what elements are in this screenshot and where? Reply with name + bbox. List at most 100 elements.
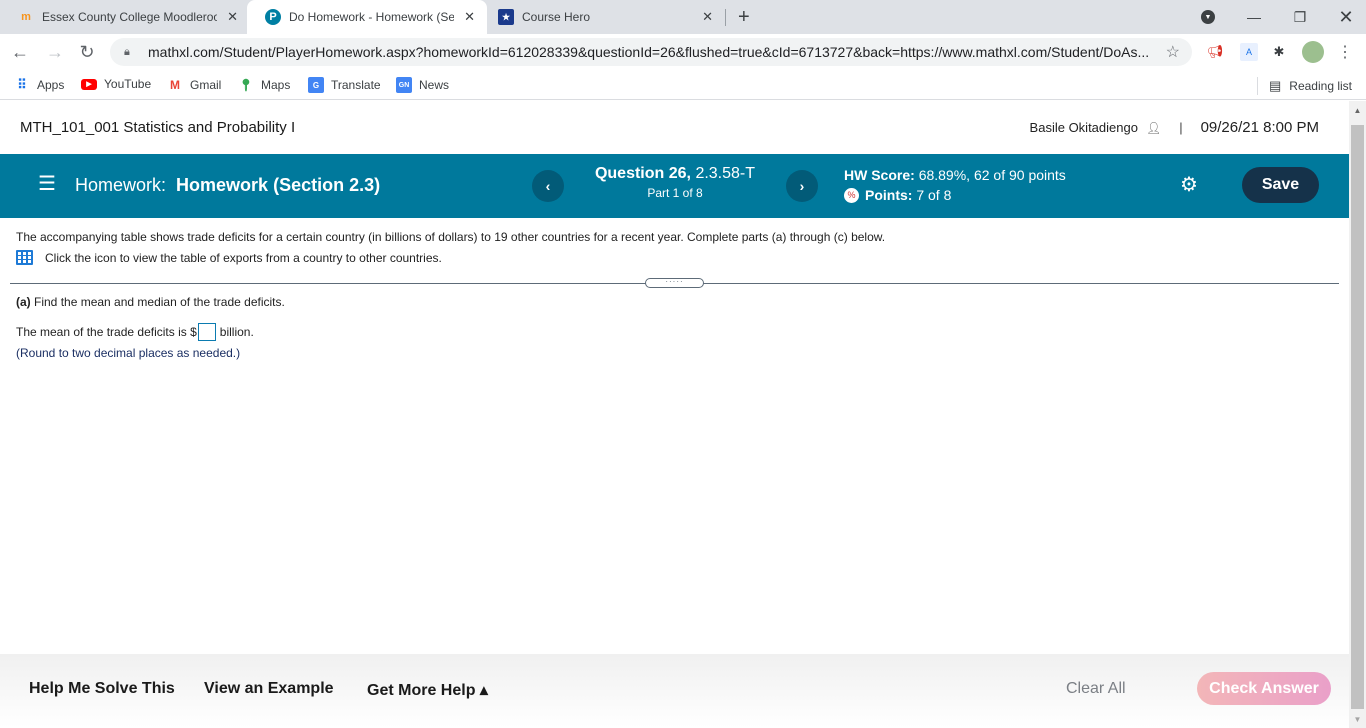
answer-line: The mean of the trade deficits is $ bill… — [16, 323, 254, 341]
tab-do-homework[interactable]: P Do Homework - Homework (Section 2.3) ✕ — [247, 0, 487, 34]
question-intro: The accompanying table shows trade defic… — [16, 230, 886, 244]
question-text: The accompanying table shows trade defic… — [16, 230, 885, 265]
profile-dropdown-icon[interactable]: ▼ — [1196, 0, 1220, 34]
forward-arrow-icon[interactable]: → — [45, 42, 65, 62]
score-info: HW Score: 68.89%, 62 of 90 points % Poin… — [844, 167, 1066, 203]
answer-suffix: billion. — [219, 325, 254, 339]
get-more-help-button[interactable]: Get More Help ▴ — [367, 680, 488, 700]
profile-avatar[interactable] — [1302, 41, 1324, 63]
bookmark-label: Apps — [37, 78, 65, 92]
save-button[interactable]: Save — [1242, 167, 1319, 203]
course-hero-favicon-icon: ★ — [498, 9, 514, 25]
bookmark-gmail[interactable]: M Gmail — [167, 77, 221, 93]
homework-title: Homework: Homework (Section 2.3) — [75, 175, 380, 196]
minimize-icon[interactable]: — — [1234, 0, 1274, 34]
bookmark-news[interactable]: GN News — [396, 77, 449, 93]
homework-label: Homework: — [75, 175, 167, 195]
bookmark-translate[interactable]: G Translate — [308, 77, 381, 93]
partial-credit-icon: % — [844, 187, 859, 203]
points-label: Points: — [865, 187, 913, 203]
youtube-icon: ▶ — [81, 78, 97, 90]
question-part: Part 1 of 8 — [647, 186, 703, 200]
hamburger-menu-icon[interactable]: ☰ — [38, 174, 56, 194]
bookmark-label: Gmail — [190, 78, 222, 92]
previous-question-button[interactable]: ‹ — [532, 170, 564, 202]
scroll-up-arrow-icon[interactable]: ▲ — [1349, 106, 1366, 115]
table-link-text: Click the icon to view the table of expo… — [45, 250, 442, 265]
bookmark-youtube[interactable]: ▶ YouTube — [81, 77, 151, 91]
question-number: Question 26, — [594, 165, 691, 182]
part-a-label: (a) — [16, 295, 31, 309]
close-tab-icon[interactable]: ✕ — [227, 9, 238, 25]
due-date: 09/26/21 8:00 PM — [1200, 119, 1319, 136]
lock-icon: 🔒︎ — [124, 45, 130, 58]
divider: | — [1179, 120, 1183, 135]
address-bar[interactable]: 🔒︎ mathxl.com/Student/PlayerHomework.asp… — [110, 38, 1192, 66]
new-tab-button[interactable]: + — [738, 6, 750, 29]
course-title[interactable]: MTH_101_001 Statistics and Probability I — [20, 119, 295, 136]
page-scrollbar[interactable]: ▲ ▼ — [1349, 101, 1366, 728]
homework-name: Homework (Section 2.3) — [176, 175, 381, 195]
part-a-prompt: (a) Find the mean and median of the trad… — [16, 295, 285, 309]
tab-title: Do Homework - Homework (Section 2.3) — [289, 10, 454, 24]
megaphone-extension-icon[interactable]: 📢︎ — [1206, 43, 1224, 61]
bookmark-label: News — [419, 78, 450, 92]
news-icon: GN — [396, 77, 412, 93]
check-answer-button[interactable]: Check Answer — [1197, 672, 1331, 705]
help-me-solve-button[interactable]: Help Me Solve This — [29, 680, 175, 698]
part-a-text: Find the mean and median of the trade de… — [34, 295, 285, 309]
bookmarks-bar: ⠿ Apps ▶ YouTube M Gmail 📍︎ Maps G Trans… — [0, 70, 1366, 100]
page: MTH_101_001 Statistics and Probability I… — [0, 101, 1349, 728]
chrome-menu-icon[interactable]: ⋮ — [1336, 43, 1354, 61]
extensions-puzzle-icon[interactable]: ✱ — [1270, 43, 1288, 61]
homework-bar: ☰ Homework: Homework (Section 2.3) ‹ Que… — [0, 154, 1349, 218]
user-name[interactable]: Basile Okitadiengo — [1030, 120, 1138, 135]
mean-answer-input[interactable] — [197, 323, 216, 341]
view-example-button[interactable]: View an Example — [204, 680, 334, 698]
tab-course-hero[interactable]: ★ Course Hero ✕ — [480, 0, 725, 34]
reading-list-label: Reading list — [1289, 79, 1352, 93]
course-header: MTH_101_001 Statistics and Probability I… — [0, 101, 1349, 154]
browser-toolbar: ← → ↻ 🔒︎ mathxl.com/Student/PlayerHomewo… — [0, 34, 1366, 70]
translate-icon: G — [308, 77, 324, 93]
apps-grid-icon: ⠿ — [17, 77, 27, 92]
settings-gear-icon[interactable]: ⚙ — [1180, 175, 1198, 195]
tab-moodlerooms[interactable]: m Essex County College Moodlerooms ✕ — [0, 0, 250, 34]
footer-toolbar: Help Me Solve This View an Example Get M… — [0, 654, 1349, 728]
scroll-down-arrow-icon[interactable]: ▼ — [1349, 715, 1366, 724]
next-question-button[interactable]: › — [786, 170, 818, 202]
reload-icon[interactable]: ↻ — [77, 42, 97, 62]
clear-all-button[interactable]: Clear All — [1066, 680, 1126, 698]
close-tab-icon[interactable]: ✕ — [464, 9, 475, 25]
rounding-hint: (Round to two decimal places as needed.) — [16, 346, 241, 360]
reading-list-button[interactable]: ▤ Reading list — [1257, 77, 1352, 95]
close-tab-icon[interactable]: ✕ — [702, 9, 713, 25]
bookmark-apps[interactable]: ⠿ Apps — [14, 77, 64, 93]
scrollbar-thumb[interactable] — [1351, 125, 1364, 709]
moodle-favicon-icon: m — [21, 11, 31, 23]
separator — [1257, 77, 1258, 95]
question-info: Question 26, 2.3.58-T Part 1 of 8 — [575, 165, 775, 200]
bookmark-label: YouTube — [104, 77, 152, 91]
tab-title: Essex County College Moodlerooms — [42, 10, 217, 24]
reading-list-icon: ▤ — [1269, 78, 1282, 93]
question-id: 2.3.58-T — [695, 165, 756, 182]
pearson-favicon-icon: P — [265, 9, 281, 25]
browser-tab-bar: m Essex County College Moodlerooms ✕ P D… — [0, 0, 1366, 34]
back-arrow-icon[interactable]: ← — [10, 42, 30, 62]
restore-icon[interactable]: ❐ — [1280, 0, 1320, 34]
maps-icon: 📍︎ — [238, 78, 254, 92]
window-close-icon[interactable]: ✕ — [1326, 0, 1366, 34]
bookmark-maps[interactable]: 📍︎ Maps — [238, 77, 290, 93]
pane-resize-handle[interactable]: ····· — [645, 278, 704, 288]
bookmark-star-icon[interactable]: ☆ — [1166, 42, 1180, 62]
tab-separator — [725, 9, 726, 26]
translate-extension-icon[interactable]: A — [1240, 43, 1258, 61]
tab-title: Course Hero — [522, 10, 591, 24]
user-area: Basile Okitadiengo 👤︎ | 09/26/21 8:00 PM — [1030, 119, 1319, 136]
table-icon[interactable] — [16, 250, 33, 265]
url-text[interactable]: mathxl.com/Student/PlayerHomework.aspx?h… — [148, 44, 1149, 60]
bookmark-label: Translate — [331, 78, 381, 92]
hw-score-label: HW Score: — [844, 167, 915, 183]
bookmark-label: Maps — [261, 78, 291, 92]
